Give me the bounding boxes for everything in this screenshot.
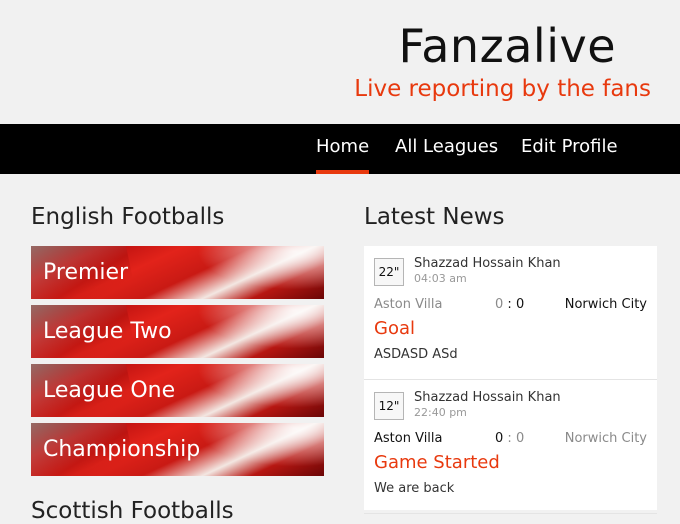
league-tile-league-one[interactable]: League One	[31, 364, 324, 417]
home-score: 0	[495, 431, 504, 446]
away-team: Norwich City	[564, 297, 647, 312]
main-navbar: Home All Leagues Edit Profile	[0, 124, 680, 174]
away-score: 0	[515, 297, 525, 312]
score-separator: :	[507, 297, 512, 312]
league-label: League One	[43, 378, 176, 403]
league-label: Premier	[43, 260, 129, 285]
home-team: Aston Villa	[374, 431, 443, 446]
nav-edit-profile[interactable]: Edit Profile	[521, 124, 618, 174]
minute-badge: 12"	[374, 392, 404, 420]
event-note: ASDASD ASd	[374, 347, 458, 362]
latest-news-heading: Latest News	[364, 204, 505, 230]
site-tagline: Live reporting by the fans	[354, 76, 651, 102]
news-author: Shazzad Hossain Khan	[414, 390, 561, 405]
nav-home[interactable]: Home	[316, 124, 370, 174]
league-tile-premier[interactable]: Premier	[31, 246, 324, 299]
news-item[interactable]: 12" Shazzad Hossain Khan 22:40 pm Aston …	[364, 380, 657, 514]
event-note: We are back	[374, 481, 455, 496]
news-feed: 22" Shazzad Hossain Khan 04:03 am Aston …	[364, 246, 657, 514]
event-type: Game Started	[374, 452, 500, 473]
home-team: Aston Villa	[374, 297, 443, 312]
news-time: 22:40 pm	[414, 406, 467, 419]
score: 0 : 0	[495, 297, 524, 312]
league-label: League Two	[43, 319, 172, 344]
english-footballs-heading: English Footballs	[31, 204, 225, 230]
home-score: 0	[495, 297, 504, 312]
nav-all-leagues[interactable]: All Leagues	[395, 124, 498, 174]
site-header: Fanzalive Live reporting by the fans	[0, 0, 680, 124]
news-time: 04:03 am	[414, 272, 467, 285]
scottish-footballs-heading: Scottish Footballs	[31, 498, 234, 524]
score-separator: :	[507, 431, 512, 446]
event-type: Goal	[374, 318, 415, 339]
news-item[interactable]: 22" Shazzad Hossain Khan 04:03 am Aston …	[364, 246, 657, 380]
away-team: Norwich City	[564, 431, 647, 446]
league-tile-league-two[interactable]: League Two	[31, 305, 324, 358]
site-logo-title[interactable]: Fanzalive	[399, 18, 617, 74]
away-score: 0	[515, 431, 525, 446]
minute-badge: 22"	[374, 258, 404, 286]
league-label: Championship	[43, 437, 201, 462]
news-author: Shazzad Hossain Khan	[414, 256, 561, 271]
score: 0 : 0	[495, 431, 524, 446]
league-tile-championship[interactable]: Championship	[31, 423, 324, 476]
